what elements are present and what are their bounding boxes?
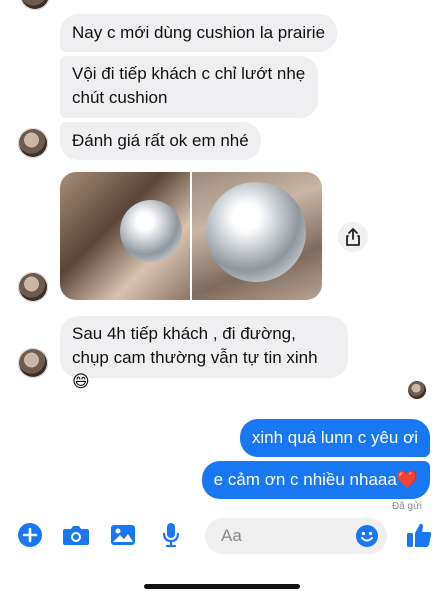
emoji-icon (356, 525, 378, 547)
message-text: Nay c mới dùng cushion la prairie (72, 23, 326, 42)
selfie-photo[interactable] (60, 172, 190, 300)
seen-avatar (408, 381, 426, 399)
cushion-compact-image (120, 200, 182, 262)
incoming-message[interactable]: Sau 4h tiếp khách , đi đường, chụp cam t… (60, 316, 348, 391)
emoji-button[interactable] (355, 524, 379, 548)
message-text: Vội đi tiếp khách c chỉ lướt nhẹ chút cu… (72, 64, 306, 107)
plus-circle-icon (18, 523, 42, 547)
camera-icon (63, 526, 89, 545)
share-icon (346, 228, 360, 246)
delivery-status: Đã gửi (391, 501, 422, 512)
message-text: e cảm ơn c nhiều nhaaa❤️ (213, 470, 418, 489)
image-icon (111, 525, 135, 545)
thumbs-up-icon (407, 523, 432, 547)
camera-button[interactable] (58, 519, 94, 551)
message-input[interactable] (205, 518, 351, 554)
message-text: Sau 4h tiếp khách , đi đường, chụp cam t… (72, 324, 318, 391)
share-button[interactable] (338, 222, 368, 252)
sender-avatar[interactable] (18, 128, 48, 158)
incoming-message[interactable]: Vội đi tiếp khách c chỉ lướt nhẹ chút cu… (60, 56, 318, 118)
incoming-message[interactable]: Nay c mới dùng cushion la prairie (60, 14, 338, 52)
photo-message[interactable] (60, 172, 322, 300)
add-button[interactable] (14, 519, 46, 551)
message-text: xinh quá lunn c yêu ơi (251, 428, 418, 447)
microphone-icon (162, 523, 180, 548)
incoming-message[interactable]: Đánh giá rất ok em nhé (60, 122, 261, 160)
message-text: Đánh giá rất ok em nhé (72, 131, 249, 150)
like-button[interactable] (402, 517, 436, 553)
message-composer[interactable] (205, 518, 387, 554)
sender-avatar[interactable] (20, 0, 50, 10)
outgoing-message[interactable]: xinh quá lunn c yêu ơi (239, 419, 430, 457)
product-photo[interactable] (192, 172, 322, 300)
sender-avatar[interactable] (18, 272, 48, 302)
voice-button[interactable] (156, 519, 186, 551)
home-indicator (144, 584, 300, 589)
cushion-compact-image (206, 182, 306, 282)
gallery-button[interactable] (106, 519, 140, 551)
outgoing-message[interactable]: e cảm ơn c nhiều nhaaa❤️ (201, 461, 430, 499)
sender-avatar[interactable] (18, 348, 48, 378)
